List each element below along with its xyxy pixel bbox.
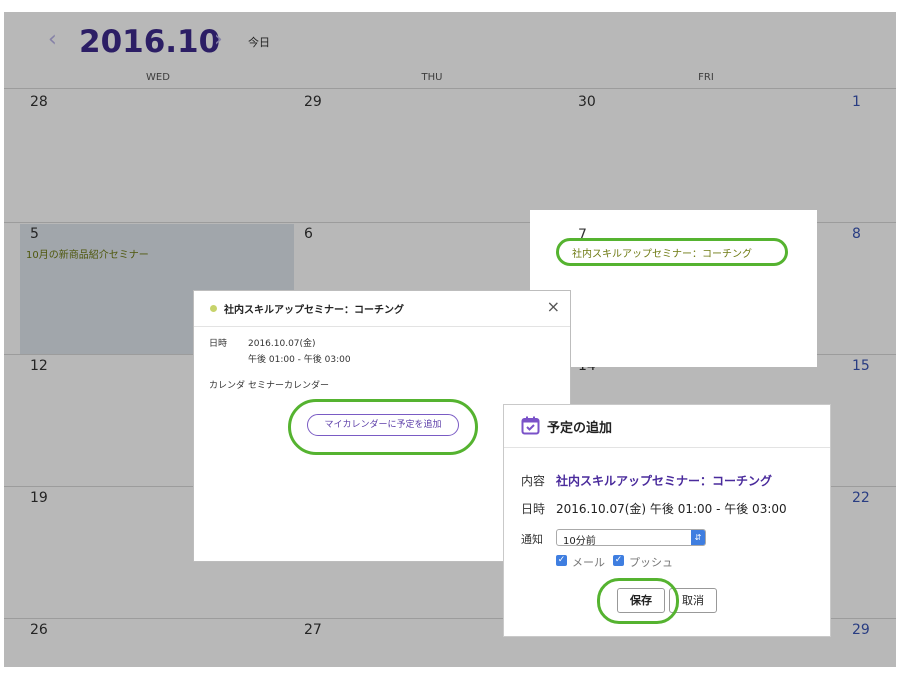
- popover-title: 社内スキルアップセミナー：コーチング: [224, 305, 404, 316]
- highlight-ring: [288, 399, 478, 455]
- push-checkbox[interactable]: ✓: [613, 555, 624, 566]
- event-color-dot: [210, 305, 217, 312]
- dialog-header: 予定の追加: [504, 405, 830, 448]
- content-value: 社内スキルアップセミナー：コーチング: [556, 474, 773, 488]
- calendar-value: セミナーカレンダー: [248, 381, 330, 391]
- date-value: 2016.10.07(金): [248, 339, 316, 349]
- notify-label: 通知: [521, 533, 543, 546]
- updown-arrow-icon: ⇵: [691, 530, 705, 545]
- notify-select-value: 10分前: [563, 536, 596, 547]
- calendar-check-icon: [521, 416, 540, 435]
- push-checkbox-label: プッシュ: [629, 556, 673, 569]
- date-label: 日時: [209, 339, 228, 349]
- notify-select[interactable]: 10分前 ⇵: [556, 529, 706, 547]
- dialog-title: 予定の追加: [547, 421, 613, 436]
- popover-header: 社内スキルアップセミナー：コーチング ×: [194, 291, 570, 327]
- highlighted-date-cell[interactable]: 7 社内スキルアップセミナー：コーチング: [530, 210, 817, 367]
- content-label: 内容: [521, 474, 546, 488]
- mail-checkbox-label: メール: [572, 556, 605, 569]
- mail-checkbox[interactable]: ✓: [556, 555, 567, 566]
- close-icon[interactable]: ×: [547, 297, 560, 316]
- highlight-ring: [556, 238, 788, 266]
- calendar-label: カレンダ: [209, 381, 246, 391]
- date-value: 2016.10.07(金) 午後 01:00 - 午後 03:00: [556, 502, 787, 516]
- highlight-ring: [597, 578, 679, 624]
- add-event-dialog: 予定の追加 内容 社内スキルアップセミナー：コーチング 日時 2016.10.0…: [503, 404, 831, 637]
- date-label: 日時: [521, 502, 546, 516]
- time-value: 午後 01:00 - 午後 03:00: [248, 355, 351, 365]
